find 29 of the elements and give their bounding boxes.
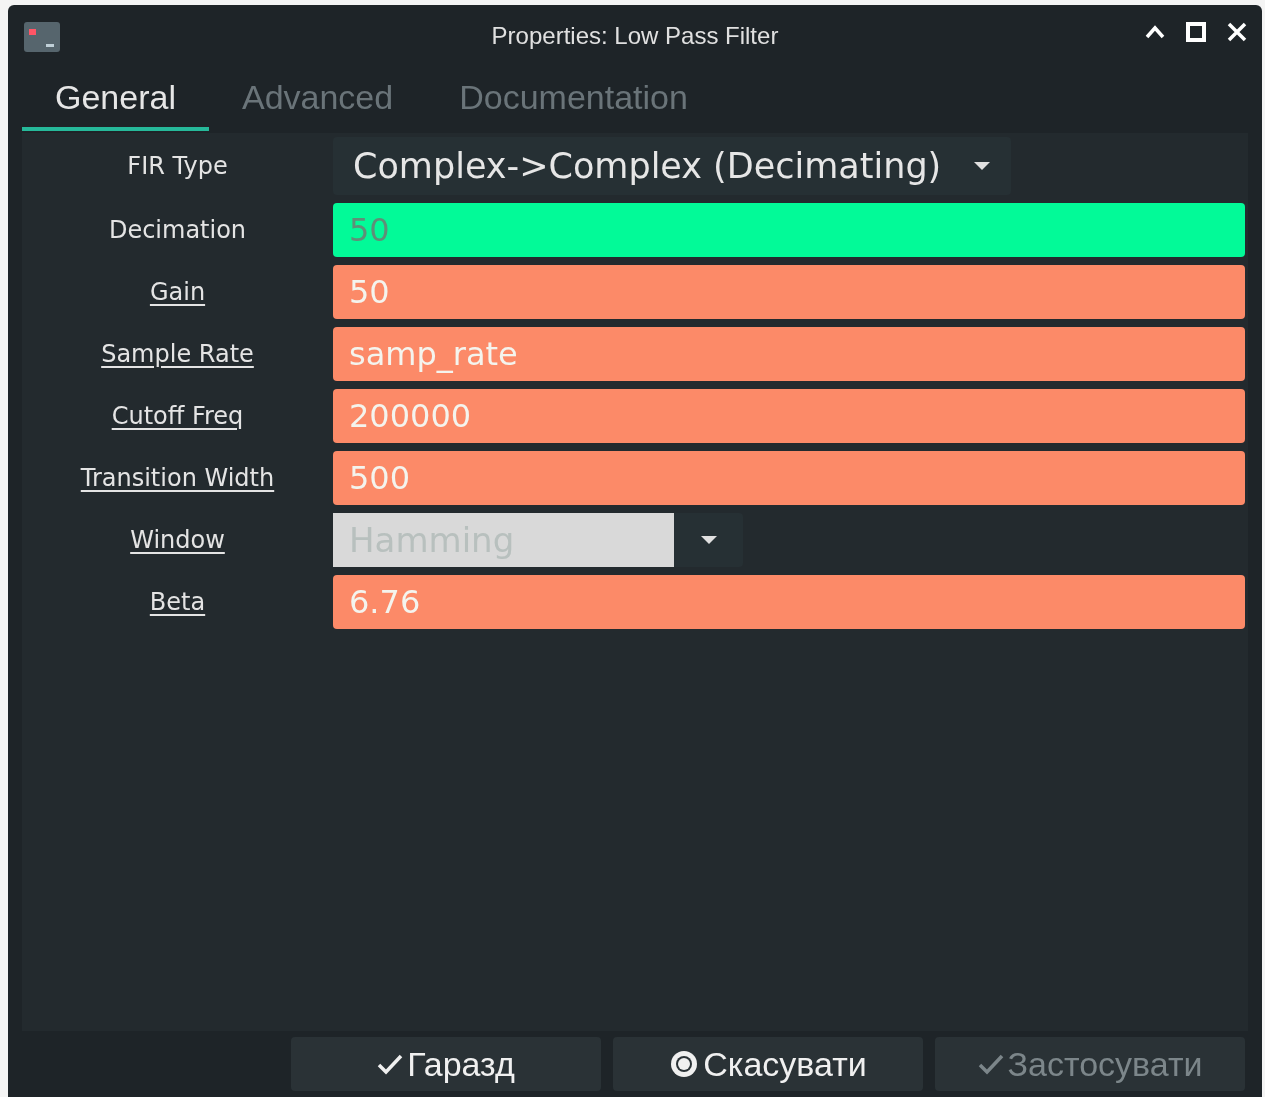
tab[interactable]: Documentation xyxy=(426,67,721,131)
input-field[interactable]: 6.76 xyxy=(333,575,1245,629)
input-field[interactable]: 500 xyxy=(333,451,1245,505)
chevron-up-icon[interactable] xyxy=(1144,24,1166,40)
field-label: Gain xyxy=(149,277,206,308)
field-label: Transition Width xyxy=(80,463,275,494)
window-title: Properties: Low Pass Filter xyxy=(491,21,779,51)
caret-icon xyxy=(973,161,992,171)
input-field[interactable]: 200000 xyxy=(333,389,1245,443)
input-field[interactable]: samp_rate xyxy=(333,327,1245,381)
field-label: Beta xyxy=(149,587,206,618)
dropdown[interactable]: Complex->Complex (Decimating) xyxy=(333,137,1012,195)
check-icon xyxy=(977,1053,1004,1075)
field-label: Window xyxy=(130,525,225,556)
field-label: Sample Rate xyxy=(101,339,254,370)
dialog-button[interactable]: Гаразд xyxy=(291,1037,601,1091)
input-field[interactable]: 50 xyxy=(333,265,1245,319)
tab[interactable]: Advanced xyxy=(208,67,427,131)
maximize-icon[interactable] xyxy=(1186,22,1206,42)
input-field[interactable]: 50 xyxy=(333,203,1245,257)
field-label: Decimation xyxy=(108,215,247,246)
stop-icon xyxy=(669,1049,700,1079)
dialog-button[interactable]: Скасувати xyxy=(613,1037,923,1091)
caret-icon xyxy=(699,535,718,545)
app-icon xyxy=(24,22,60,52)
check-icon xyxy=(377,1053,404,1075)
close-icon[interactable] xyxy=(1226,21,1248,43)
field-label: Cutoff Freq xyxy=(111,401,244,432)
field-label: FIR Type xyxy=(127,151,228,182)
